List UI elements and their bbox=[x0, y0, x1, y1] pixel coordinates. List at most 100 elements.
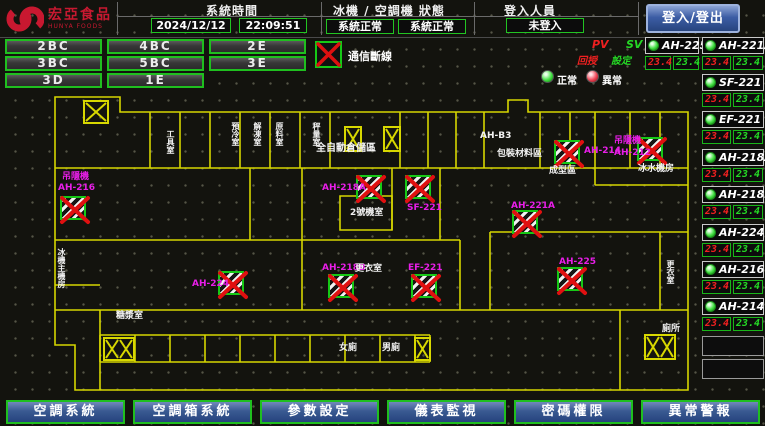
unit-ef-221-values: 23.423.4 bbox=[702, 130, 763, 144]
unit-ah-224-values: 23.423.4 bbox=[702, 243, 763, 257]
header-divider bbox=[474, 2, 475, 35]
pv-value: 23.4 bbox=[702, 280, 731, 294]
plan-label-ceiling-unit: 吊隱機 bbox=[62, 172, 89, 182]
floor-button-5bc[interactable]: 5BC bbox=[107, 56, 204, 71]
pv-value: 23.4 bbox=[702, 317, 731, 331]
unit-ah-221a[interactable]: AH-221A bbox=[702, 37, 764, 54]
logo-subtitle: HUNYA FOODS bbox=[48, 23, 112, 30]
pv-value: 23.4 bbox=[702, 93, 731, 107]
nav-button-password-permission[interactable]: 密碼權限 bbox=[514, 400, 633, 424]
room-label-weighing: 秤量室 bbox=[312, 122, 320, 146]
login-status-value: 未登入 bbox=[506, 18, 584, 33]
plan-label-ah-225: AH-225 bbox=[559, 257, 596, 267]
unit-ah-216[interactable]: AH-216 bbox=[702, 261, 764, 278]
ahu-status-value: 系統正常 bbox=[398, 19, 466, 34]
room-label-changing-room-right: 更衣室 bbox=[666, 260, 674, 284]
pv-value: 23.4 bbox=[645, 56, 671, 70]
unit-label: SF-221 bbox=[719, 76, 761, 89]
header-underline bbox=[118, 16, 321, 17]
plan-label-ah-224: AH-224 bbox=[192, 279, 229, 289]
header-underline bbox=[322, 16, 474, 17]
logo: 宏亞食品 HUNYA FOODS bbox=[6, 4, 112, 34]
header-divider bbox=[638, 2, 639, 35]
floor-button-3bc[interactable]: 3BC bbox=[5, 56, 102, 71]
floor-button-3e[interactable]: 3E bbox=[209, 56, 306, 71]
normal-legend-label: 正常 bbox=[557, 72, 577, 87]
sv-value: 23.4 bbox=[733, 280, 763, 294]
pv-value: 23.4 bbox=[702, 56, 731, 70]
header-underline bbox=[475, 16, 638, 17]
room-label-thaw: 解凍室 bbox=[253, 122, 261, 146]
unit-ah-218a-values: 23.423.4 bbox=[702, 168, 763, 182]
unit-label: AH-225 bbox=[662, 39, 707, 52]
login-logout-button[interactable]: 登入/登出 bbox=[646, 4, 740, 33]
floor-button-2e[interactable]: 2E bbox=[209, 39, 306, 54]
room-label-ah-b3: AH-B3 bbox=[480, 131, 511, 141]
comm-loss-label: 通信斷線 bbox=[348, 48, 392, 64]
unit-ah-214[interactable]: AH-214 bbox=[702, 298, 764, 315]
nav-button-instrument-monitor[interactable]: 儀表監視 bbox=[387, 400, 506, 424]
unit-ah-218b-values: 23.423.4 bbox=[702, 205, 763, 219]
unit-ah-218a[interactable]: AH-218A bbox=[702, 149, 764, 166]
nav-button-parameter-setting[interactable]: 參數設定 bbox=[260, 400, 379, 424]
stairs-icon bbox=[83, 100, 109, 124]
status-led-icon bbox=[705, 227, 716, 238]
alarm-marker-ah-216[interactable] bbox=[60, 196, 86, 220]
sv-legend: SV bbox=[626, 38, 642, 51]
pv-cn-legend: 回授 bbox=[577, 52, 597, 67]
sv-value: 23.4 bbox=[673, 56, 699, 70]
floor-button-2bc[interactable]: 2BC bbox=[5, 39, 102, 54]
unit-ah-224[interactable]: AH-224 bbox=[702, 224, 764, 241]
unit-ah-216-values: 23.423.4 bbox=[702, 280, 763, 294]
room-label-tool-room: 工具室 bbox=[166, 130, 174, 154]
sv-value: 23.4 bbox=[733, 93, 763, 107]
empty-unit-slot bbox=[702, 336, 764, 356]
room-label-changing-room: 更衣室 bbox=[355, 264, 382, 274]
alarm-marker-ah-225[interactable] bbox=[557, 267, 583, 291]
plan-label-ah-221a: AH-221A bbox=[511, 201, 555, 211]
nav-button-ahu-system[interactable]: 空調箱系統 bbox=[133, 400, 252, 424]
room-label-packing-material: 包裝材料區 bbox=[497, 149, 542, 159]
unit-ef-221[interactable]: EF-221 bbox=[702, 111, 764, 128]
floor-button-4bc[interactable]: 4BC bbox=[107, 39, 204, 54]
unit-label: EF-221 bbox=[719, 113, 761, 126]
alarm-marker-ah-214[interactable] bbox=[554, 140, 580, 164]
stairs-icon bbox=[644, 334, 676, 360]
unit-label: AH-224 bbox=[719, 226, 764, 239]
abnormal-led-icon bbox=[586, 70, 599, 83]
floor-button-1e[interactable]: 1E bbox=[107, 73, 204, 88]
floor-button-3d[interactable]: 3D bbox=[5, 73, 102, 88]
unit-ah-221a-values: 23.423.4 bbox=[702, 56, 763, 70]
sv-value: 23.4 bbox=[733, 168, 763, 182]
sv-cn-legend: 設定 bbox=[611, 52, 631, 67]
shaft-icon bbox=[383, 126, 401, 152]
unit-sf-221-values: 23.423.4 bbox=[702, 93, 763, 107]
alarm-marker-ah-221a[interactable] bbox=[512, 210, 538, 234]
alarm-marker-sf-221[interactable] bbox=[405, 175, 431, 199]
status-led-icon bbox=[648, 40, 659, 51]
sv-value: 23.4 bbox=[733, 56, 763, 70]
room-label-chiller-main-room: 冰機主機房 bbox=[57, 248, 65, 288]
comm-loss-icon bbox=[315, 41, 342, 68]
alarm-marker-ah-218b[interactable] bbox=[328, 274, 354, 298]
room-label-chilled-water: 冰水機房 bbox=[638, 164, 674, 174]
unit-sf-221[interactable]: SF-221 bbox=[702, 74, 764, 91]
unit-ah-218b[interactable]: AH-218B bbox=[702, 186, 764, 203]
alarm-marker-ef-221[interactable] bbox=[411, 274, 437, 298]
nav-button-ac-system[interactable]: 空調系統 bbox=[6, 400, 125, 424]
header-divider bbox=[321, 2, 322, 35]
status-led-icon bbox=[705, 264, 716, 275]
pv-legend: PV bbox=[592, 38, 609, 51]
plan-label-ah-212: AH-212 bbox=[614, 148, 651, 158]
unit-ah-225[interactable]: AH-225 bbox=[645, 37, 699, 54]
room-label-forming: 成型區 bbox=[549, 166, 576, 176]
plan-label-ah-216: AH-216 bbox=[58, 183, 95, 193]
abnormal-legend-label: 異常 bbox=[602, 72, 622, 87]
status-led-icon bbox=[705, 77, 716, 88]
pv-value: 23.4 bbox=[702, 130, 731, 144]
unit-label: AH-221A bbox=[719, 39, 765, 52]
nav-button-abnormal-alarm[interactable]: 異常警報 bbox=[641, 400, 760, 424]
status-led-icon bbox=[705, 114, 716, 125]
system-time-value: 22:09:51 bbox=[239, 18, 307, 33]
header-bar: 宏亞食品 HUNYA FOODS 系統時間 2024/12/12 22:09:5… bbox=[0, 0, 765, 38]
